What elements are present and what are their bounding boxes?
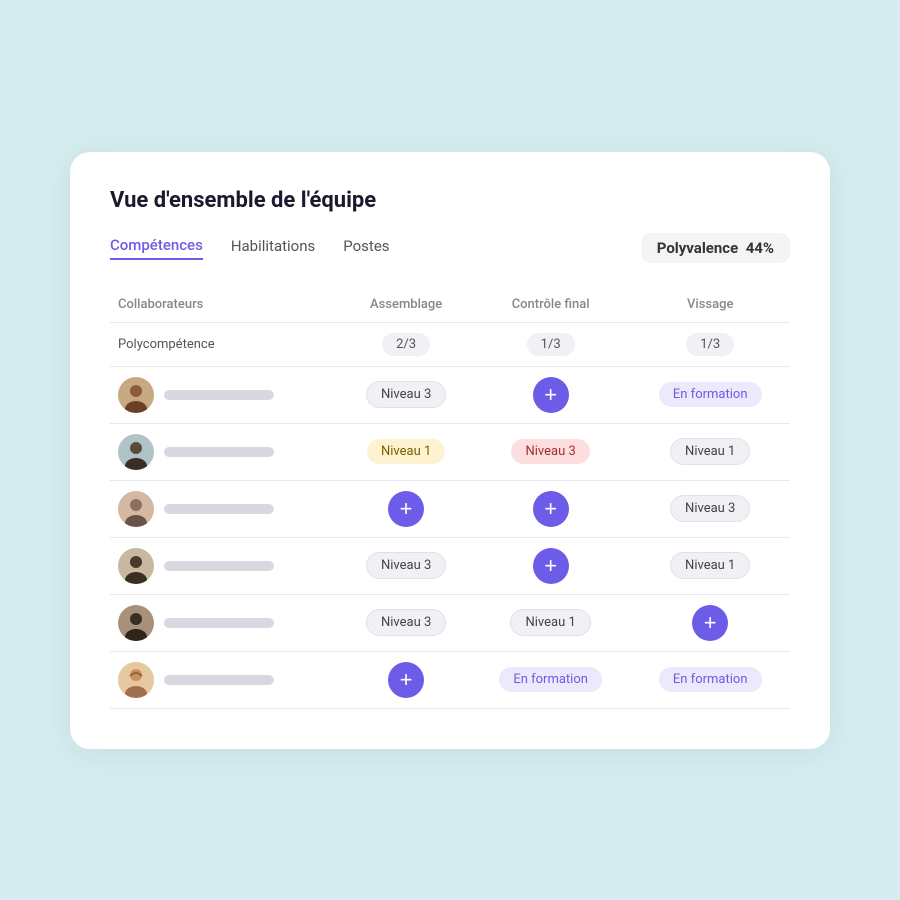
niveau-badge[interactable]: Niveau 3 (366, 552, 446, 579)
vissage-cell: Niveau 1 (630, 423, 790, 480)
table-row: Niveau 3 + Niveau 1 (110, 537, 790, 594)
add-button[interactable]: + (533, 491, 569, 527)
assemblage-cell: Niveau 3 (341, 594, 471, 651)
tabs-container: Compétences Habilitations Postes (110, 236, 390, 260)
polycomp-controle: 1/3 (471, 322, 631, 366)
avatar (118, 548, 154, 584)
niveau-badge[interactable]: Niveau 1 (367, 439, 445, 464)
niveau-badge[interactable]: Niveau 1 (670, 438, 750, 465)
add-button[interactable]: + (692, 605, 728, 641)
avatar (118, 605, 154, 641)
vissage-cell: Niveau 1 (630, 537, 790, 594)
collaborateur-info (118, 662, 333, 698)
competences-table: Collaborateurs Assemblage Contrôle final… (110, 287, 790, 709)
collaborateur-info (118, 548, 333, 584)
collab-cell (110, 537, 341, 594)
add-button[interactable]: + (388, 662, 424, 698)
polycomp-assemblage: 2/3 (341, 322, 471, 366)
header-vissage: Vissage (630, 287, 790, 323)
avatar (118, 491, 154, 527)
niveau-badge[interactable]: Niveau 3 (366, 609, 446, 636)
avatar (118, 434, 154, 470)
polycomp-label: Polycompétence (110, 322, 341, 366)
table-row: Niveau 1 Niveau 3 Niveau 1 (110, 423, 790, 480)
vissage-cell: En formation (630, 366, 790, 423)
name-placeholder (164, 504, 274, 514)
niveau-badge[interactable]: Niveau 1 (510, 609, 590, 636)
controle-cell: + (471, 366, 631, 423)
controle-cell: Niveau 3 (471, 423, 631, 480)
page-title: Vue d'ensemble de l'équipe (110, 188, 790, 213)
name-placeholder (164, 561, 274, 571)
tab-postes[interactable]: Postes (343, 237, 389, 259)
niveau-badge[interactable]: Niveau 1 (670, 552, 750, 579)
collaborateur-info (118, 491, 333, 527)
vissage-cell: + (630, 594, 790, 651)
tabs-row: Compétences Habilitations Postes Polyval… (110, 233, 790, 263)
vissage-cell: Niveau 3 (630, 480, 790, 537)
tab-habilitations[interactable]: Habilitations (231, 237, 315, 259)
niveau-badge[interactable]: Niveau 3 (511, 439, 589, 464)
collaborateur-info (118, 605, 333, 641)
polycomp-row: Polycompétence 2/3 1/3 1/3 (110, 322, 790, 366)
niveau-badge[interactable]: Niveau 3 (366, 381, 446, 408)
assemblage-cell: + (341, 480, 471, 537)
table-row: Niveau 3 Niveau 1 + (110, 594, 790, 651)
name-placeholder (164, 675, 274, 685)
assemblage-cell: Niveau 1 (341, 423, 471, 480)
add-button[interactable]: + (388, 491, 424, 527)
table-row: Niveau 3 + En formation (110, 366, 790, 423)
collaborateur-info (118, 434, 333, 470)
vissage-cell: En formation (630, 651, 790, 708)
controle-cell: + (471, 537, 631, 594)
controle-cell: Niveau 1 (471, 594, 631, 651)
table-row: + + Niveau 3 (110, 480, 790, 537)
collab-cell (110, 423, 341, 480)
assemblage-cell: + (341, 651, 471, 708)
tab-competences[interactable]: Compétences (110, 236, 203, 260)
name-placeholder (164, 447, 274, 457)
avatar (118, 377, 154, 413)
collab-cell (110, 366, 341, 423)
polyvalence-value: 44% (746, 239, 774, 257)
collab-cell (110, 480, 341, 537)
polyvalence-label: Polyvalence (657, 239, 738, 257)
en-formation-badge[interactable]: En formation (659, 382, 762, 407)
assemblage-cell: Niveau 3 (341, 537, 471, 594)
collab-cell (110, 651, 341, 708)
name-placeholder (164, 390, 274, 400)
avatar (118, 662, 154, 698)
collab-cell (110, 594, 341, 651)
niveau-badge[interactable]: Niveau 3 (670, 495, 750, 522)
header-assemblage: Assemblage (341, 287, 471, 323)
table-header-row: Collaborateurs Assemblage Contrôle final… (110, 287, 790, 323)
en-formation-badge[interactable]: En formation (659, 667, 762, 692)
name-placeholder (164, 618, 274, 628)
controle-cell: + (471, 480, 631, 537)
en-formation-badge[interactable]: En formation (499, 667, 602, 692)
header-collaborateurs: Collaborateurs (110, 287, 341, 323)
add-button[interactable]: + (533, 377, 569, 413)
assemblage-cell: Niveau 3 (341, 366, 471, 423)
controle-cell: En formation (471, 651, 631, 708)
main-card: Vue d'ensemble de l'équipe Compétences H… (70, 152, 830, 749)
add-button[interactable]: + (533, 548, 569, 584)
table-row: + En formation En formation (110, 651, 790, 708)
collaborateur-info (118, 377, 333, 413)
header-controle: Contrôle final (471, 287, 631, 323)
polycomp-vissage: 1/3 (630, 322, 790, 366)
polyvalence-badge: Polyvalence 44% (641, 233, 790, 263)
